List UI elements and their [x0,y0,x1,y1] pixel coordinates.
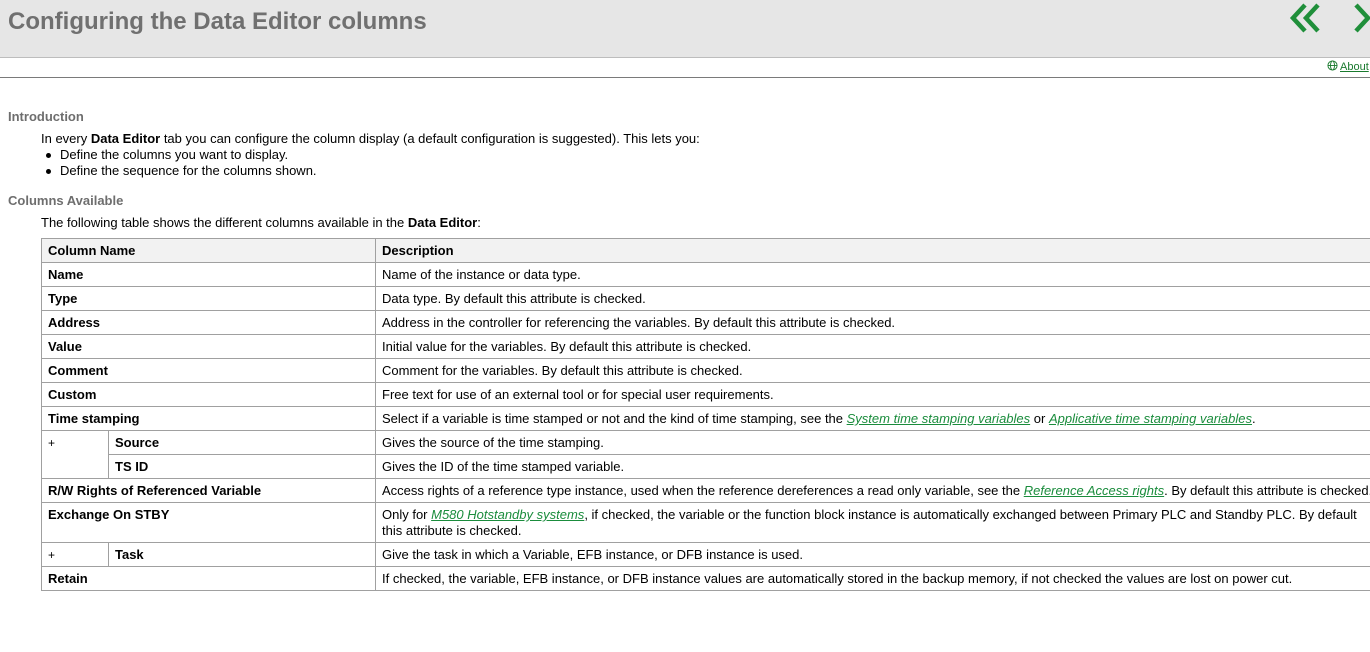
columns-available-heading: Columns Available [8,193,124,208]
description-cell: Give the task in which a Variable, EFB i… [375,542,1370,567]
description-cell: Gives the ID of the time stamped variabl… [375,454,1370,479]
description-text: . [1252,411,1256,426]
table-row: + Source Gives the source of the time st… [41,430,1370,479]
description-text: or [1030,411,1049,426]
columns-table: Column Name Description Name Name of the… [41,238,1370,591]
intro-text-start: In every [41,131,91,146]
column-name-header: Column Name [41,238,376,263]
description-cell: Initial value for the variables. By defa… [375,334,1370,359]
description-text: Select if a variable is time stamped or … [382,411,847,426]
description-text: . By default this attribute is checked. [1164,483,1370,498]
description-cell: If checked, the variable, EFB instance, … [375,566,1370,591]
table-row: Custom Free text for use of an external … [41,382,1370,407]
table-row: + Task Give the task in which a Variable… [41,542,1370,567]
column-name-cell: TS ID [108,454,376,479]
description-text: Only for [382,507,432,522]
description-cell: Access rights of a reference type instan… [375,478,1370,503]
table-row: Retain If checked, the variable, EFB ins… [41,566,1370,591]
topic-header: Configuring the Data Editor columns [0,0,1370,58]
description-cell: Data type. By default this attribute is … [375,286,1370,311]
column-name-cell: Exchange On STBY [41,502,376,543]
column-name-cell: Name [41,262,376,287]
column-name-cell: Type [41,286,376,311]
applicative-time-stamping-link[interactable]: Applicative time stamping variables [1049,411,1252,426]
columns-text-end: : [477,215,481,230]
previous-topic-button[interactable] [1288,2,1322,34]
intro-text-emphasis: Data Editor [90,131,161,146]
column-name-cell: Comment [41,358,376,383]
column-name-cell: Address [41,310,376,335]
bullet-item: Define the columns you want to display. [41,147,317,163]
table-header-row: Column Name Description [41,238,1370,263]
reference-access-rights-link[interactable]: Reference Access rights [1024,483,1164,498]
column-name-cell: R/W Rights of Referenced Variable [41,478,376,503]
description-cell: Select if a variable is time stamped or … [375,406,1370,431]
intro-bullet-list: Define the columns you want to display. … [41,147,317,179]
table-row: Address Address in the controller for re… [41,310,1370,335]
description-cell: Comment for the variables. By default th… [375,358,1370,383]
about-bar: About [0,58,1370,78]
m580-hotstandby-link[interactable]: M580 Hotstandby systems [431,507,584,522]
about-link-label: About [1340,61,1369,73]
table-row: Type Data type. By default this attribut… [41,286,1370,311]
next-topic-button[interactable] [1353,2,1370,34]
table-row: Value Initial value for the variables. B… [41,334,1370,359]
description-cell: Name of the instance or data type. [375,262,1370,287]
description-header: Description [375,238,1370,263]
column-name-cell: Task [108,542,376,567]
columns-text-emphasis: Data Editor [407,215,478,230]
table-row: Exchange On STBY Only for M580 Hotstandb… [41,502,1370,543]
columns-intro-text: The following table shows the different … [41,215,481,230]
description-cell: Gives the source of the time stamping. [375,430,1370,455]
column-name-cell: Retain [41,566,376,591]
description-cell: Address in the controller for referencin… [375,310,1370,335]
table-row: Time stamping Select if a variable is ti… [41,406,1370,431]
introduction-text: In every Data Editor tab you can configu… [41,131,700,146]
column-name-cell: Custom [41,382,376,407]
page-title: Configuring the Data Editor columns [8,8,427,35]
double-chevron-left-icon [1289,3,1320,33]
column-name-cell: Source [108,430,376,455]
chevron-right-icon [1354,3,1370,33]
column-name-cell: Value [41,334,376,359]
globe-icon [1327,60,1338,71]
description-cell: Only for M580 Hotstandby systems, if che… [375,502,1370,543]
about-link[interactable]: About [1327,60,1369,73]
table-row: Name Name of the instance or data type. [41,262,1370,287]
table-row: Comment Comment for the variables. By de… [41,358,1370,383]
description-cell: Free text for use of an external tool or… [375,382,1370,407]
table-row: R/W Rights of Referenced Variable Access… [41,478,1370,503]
task-expand-toggle[interactable]: + [41,542,109,567]
intro-text-end: tab you can configure the column display… [160,131,700,146]
introduction-heading: Introduction [8,109,84,124]
description-text: Access rights of a reference type instan… [382,483,1024,498]
column-name-cell: Time stamping [41,406,376,431]
bullet-item: Define the sequence for the columns show… [41,163,317,179]
table-row: TS ID Gives the ID of the time stamped v… [42,454,1370,479]
time-stamping-expand-toggle[interactable]: + [41,430,109,479]
system-time-stamping-link[interactable]: System time stamping variables [847,411,1031,426]
columns-text-start: The following table shows the different … [41,215,408,230]
